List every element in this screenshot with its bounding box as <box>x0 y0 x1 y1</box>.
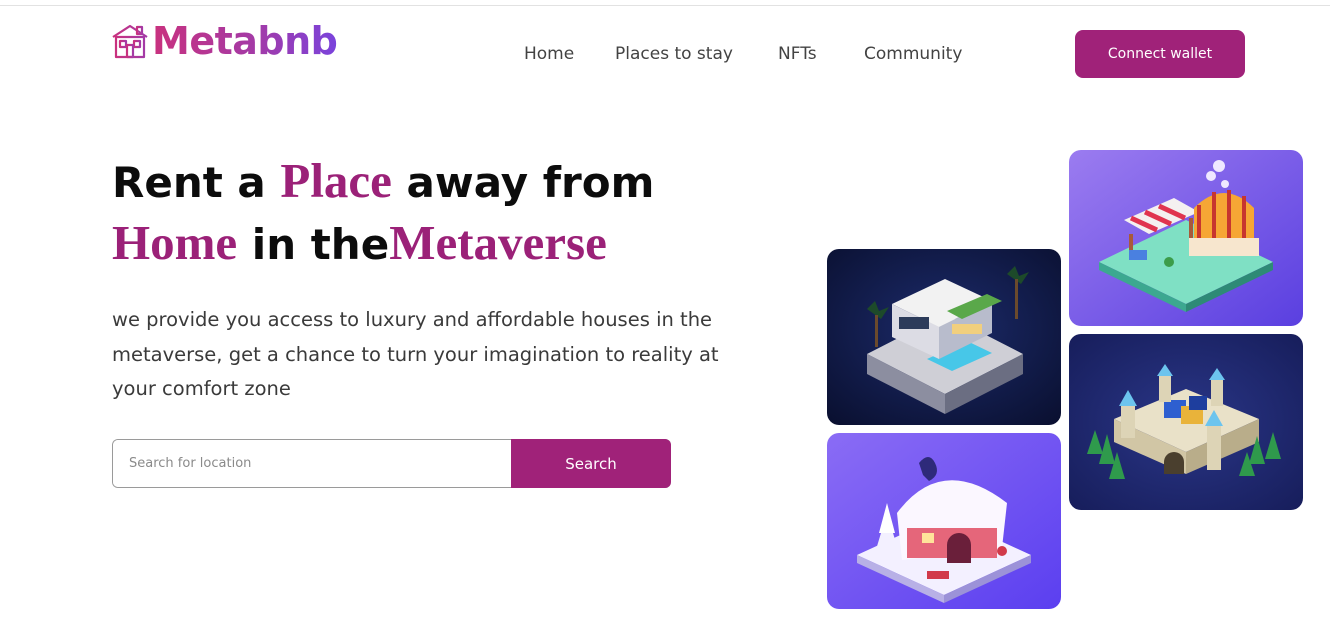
headline-highlight: Home <box>112 215 238 270</box>
connect-wallet-button[interactable]: Connect wallet <box>1075 30 1245 78</box>
nav-places-to-stay[interactable]: Places to stay <box>615 44 733 64</box>
nav-community[interactable]: Community <box>864 44 962 64</box>
snowy-cottage-image[interactable] <box>827 433 1061 609</box>
search-button[interactable]: Search <box>511 439 671 488</box>
market-stalls-image[interactable] <box>1069 150 1303 326</box>
headline-part: Rent a <box>112 158 281 207</box>
logo[interactable]: Metabnb <box>110 19 338 63</box>
modern-villa-pool-image[interactable] <box>827 249 1061 425</box>
hero-headline: Rent a Place away from Home in theMetave… <box>112 150 792 274</box>
hero-description: we provide you access to luxury and affo… <box>112 308 719 400</box>
headline-part: away from <box>391 158 655 207</box>
nav-nfts[interactable]: NFTs <box>778 44 817 64</box>
top-divider <box>0 5 1330 6</box>
castle-forest-image[interactable] <box>1069 334 1303 510</box>
headline-highlight: Metaverse <box>389 215 607 270</box>
house-logo-icon <box>112 24 148 59</box>
search-input[interactable] <box>113 440 511 487</box>
headline-highlight: Place <box>280 153 392 208</box>
headline-part: in the <box>237 220 390 269</box>
nav-home[interactable]: Home <box>524 44 574 64</box>
logo-text: Metabnb <box>152 19 338 63</box>
